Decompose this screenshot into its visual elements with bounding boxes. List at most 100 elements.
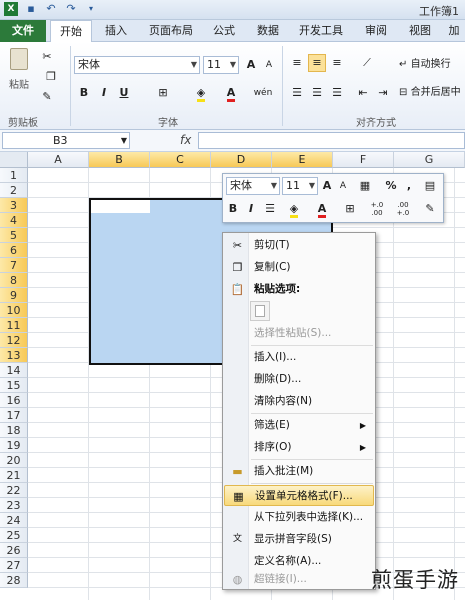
font-size-combo[interactable]: 11 ▼	[203, 56, 239, 74]
mini-number-format-button[interactable]: ▦	[354, 177, 376, 195]
align-right-button[interactable]: ☰	[328, 84, 346, 102]
mini-italic-button[interactable]: I	[244, 200, 258, 218]
italic-button[interactable]: I	[96, 84, 112, 102]
borders-button[interactable]: ⊞	[150, 84, 176, 102]
row-header-1[interactable]: 1	[0, 168, 28, 183]
redo-icon[interactable]: ↷	[64, 2, 78, 16]
name-box[interactable]: B3 ▼	[2, 132, 130, 149]
column-header-b[interactable]: B	[89, 152, 150, 168]
mini-center-button[interactable]: ☰	[262, 200, 278, 218]
tab-file[interactable]: 文件	[0, 20, 46, 42]
row-header-7[interactable]: 7	[0, 258, 28, 273]
underline-button[interactable]: U	[116, 84, 132, 102]
row-header-5[interactable]: 5	[0, 228, 28, 243]
cut-button[interactable]: ✂	[38, 48, 56, 66]
row-header-28[interactable]: 28	[0, 573, 28, 588]
row-header-20[interactable]: 20	[0, 453, 28, 468]
column-header-a[interactable]: A	[28, 152, 89, 168]
mini-percent-button[interactable]: %	[384, 177, 398, 195]
bold-button[interactable]: B	[76, 84, 92, 102]
column-header-d[interactable]: D	[211, 152, 272, 168]
mini-font-name-combo[interactable]: 宋体 ▼	[226, 177, 280, 195]
menu-item-cut[interactable]: ✂ 剪切(T)	[224, 235, 374, 256]
row-header-15[interactable]: 15	[0, 378, 28, 393]
row-header-2[interactable]: 2	[0, 183, 28, 198]
row-header-13[interactable]: 13	[0, 348, 28, 363]
mini-bold-button[interactable]: B	[226, 200, 240, 218]
column-header-f[interactable]: F	[333, 152, 394, 168]
copy-button[interactable]: ❐	[38, 68, 64, 86]
menu-item-delete[interactable]: 删除(D)...	[224, 369, 374, 390]
orientation-button[interactable]: ⟋	[354, 54, 380, 72]
insert-function-icon[interactable]: fx	[180, 133, 191, 147]
mini-shrink-font-button[interactable]: A	[336, 177, 350, 195]
row-header-14[interactable]: 14	[0, 363, 28, 378]
fill-color-button[interactable]: ◈	[188, 84, 214, 102]
format-painter-button[interactable]: ✎	[38, 88, 56, 106]
tab-addins[interactable]: 加	[444, 20, 464, 42]
menu-item-hyperlink[interactable]: ◍ 超链接(I)...	[224, 569, 374, 590]
row-header-27[interactable]: 27	[0, 558, 28, 573]
menu-item-format-cells[interactable]: ▦ 设置单元格格式(F)...	[224, 485, 374, 506]
tab-view[interactable]: 视图	[402, 20, 438, 42]
row-header-25[interactable]: 25	[0, 528, 28, 543]
column-header-e[interactable]: E	[272, 152, 333, 168]
align-top-button[interactable]: ≡	[288, 54, 306, 72]
grow-font-button[interactable]: A	[243, 56, 259, 74]
row-header-16[interactable]: 16	[0, 393, 28, 408]
column-header-c[interactable]: C	[150, 152, 211, 168]
menu-item-copy[interactable]: ❐ 复制(C)	[224, 257, 374, 278]
menu-item-sort[interactable]: 排序(O) ▶	[224, 437, 374, 458]
row-header-24[interactable]: 24	[0, 513, 28, 528]
row-header-26[interactable]: 26	[0, 543, 28, 558]
mini-borders-button[interactable]: ⊞	[339, 200, 361, 218]
row-header-4[interactable]: 4	[0, 213, 28, 228]
paste-option-button[interactable]	[250, 301, 270, 321]
merge-center-button[interactable]: ⊟ 合并后居中	[398, 84, 465, 102]
shrink-font-button[interactable]: A	[261, 56, 277, 74]
align-bottom-button[interactable]: ≡	[328, 54, 346, 72]
menu-item-paste-special[interactable]: 选择性粘贴(S)...	[224, 323, 374, 344]
font-color-button[interactable]: A	[218, 84, 244, 102]
menu-item-pick-from-list[interactable]: 从下拉列表中选择(K)...	[224, 507, 374, 528]
row-header-17[interactable]: 17	[0, 408, 28, 423]
tab-page-layout[interactable]: 页面布局	[142, 20, 200, 42]
row-header-3[interactable]: 3	[0, 198, 28, 213]
row-header-10[interactable]: 10	[0, 303, 28, 318]
row-header-11[interactable]: 11	[0, 318, 28, 333]
row-header-18[interactable]: 18	[0, 423, 28, 438]
mini-comma-button[interactable]: ,	[403, 177, 415, 195]
mini-font-color-button[interactable]: A	[311, 200, 333, 218]
column-header-g[interactable]: G	[394, 152, 465, 168]
qat-customize-icon[interactable]: ▾	[84, 2, 98, 16]
row-header-23[interactable]: 23	[0, 498, 28, 513]
increase-indent-button[interactable]: ⇥	[374, 84, 392, 102]
align-middle-button[interactable]: ≡	[308, 54, 326, 72]
mini-format-painter-button[interactable]: ✎	[421, 200, 439, 218]
paste-button[interactable]: 粘贴	[6, 46, 32, 102]
undo-icon[interactable]: ↶	[44, 2, 58, 16]
mini-increase-decimal-button[interactable]: +.0 .00	[365, 200, 389, 218]
row-header-19[interactable]: 19	[0, 438, 28, 453]
decrease-indent-button[interactable]: ⇤	[354, 84, 372, 102]
row-header-6[interactable]: 6	[0, 243, 28, 258]
save-icon[interactable]: ▪	[24, 2, 38, 16]
wrap-text-button[interactable]: ↵ 自动换行	[398, 56, 464, 74]
font-name-combo[interactable]: 宋体 ▼	[74, 56, 200, 74]
menu-item-show-phonetic[interactable]: 文 显示拼音字段(S)	[224, 529, 374, 550]
tab-developer[interactable]: 开发工具	[292, 20, 350, 42]
tab-review[interactable]: 审阅	[358, 20, 394, 42]
tab-insert[interactable]: 插入	[96, 20, 136, 42]
select-all-corner[interactable]	[0, 152, 28, 168]
align-center-button[interactable]: ☰	[308, 84, 326, 102]
mini-fill-color-button[interactable]: ◈	[282, 200, 306, 218]
mini-format-table-button[interactable]: ▤	[421, 177, 439, 195]
menu-item-filter[interactable]: 筛选(E) ▶	[224, 415, 374, 436]
row-header-12[interactable]: 12	[0, 333, 28, 348]
phonetic-button[interactable]: wén	[250, 84, 276, 102]
row-header-9[interactable]: 9	[0, 288, 28, 303]
tab-data[interactable]: 数据	[250, 20, 286, 42]
menu-item-clear-contents[interactable]: 清除内容(N)	[224, 391, 374, 412]
active-cell[interactable]	[91, 200, 150, 213]
align-left-button[interactable]: ☰	[288, 84, 306, 102]
